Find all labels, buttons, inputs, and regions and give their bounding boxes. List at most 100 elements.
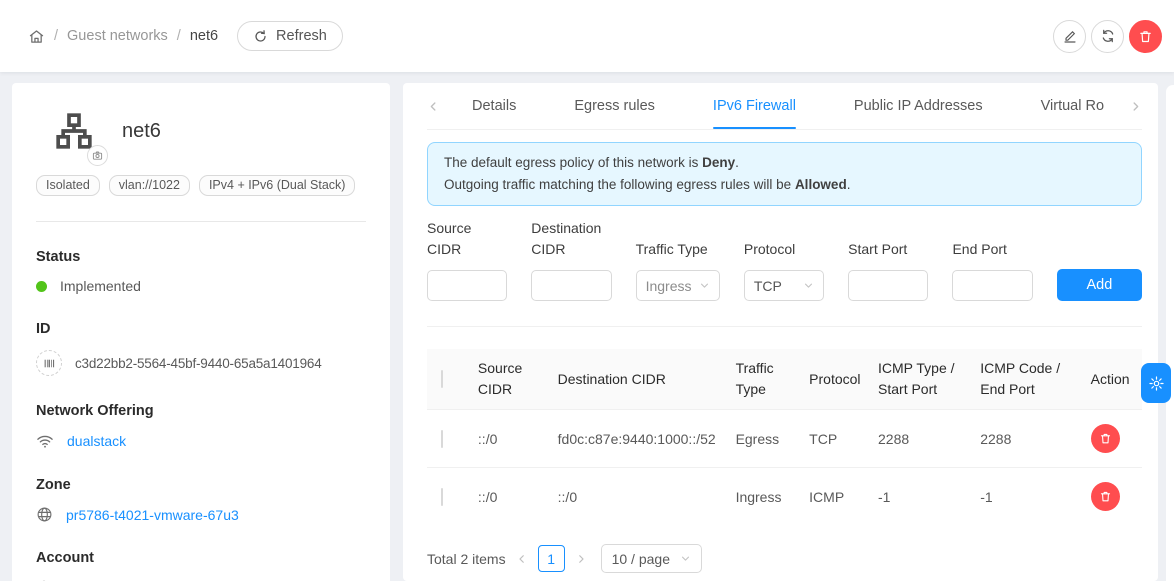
tab-egress-rules[interactable]: Egress rules bbox=[574, 83, 655, 129]
zone-section: Zone pr5786-t4021-vmware-67u3 bbox=[36, 477, 366, 523]
breadcrumb-guest-networks[interactable]: Guest networks bbox=[67, 28, 168, 44]
globe-icon bbox=[36, 506, 53, 523]
cell-protocol: TCP bbox=[801, 410, 870, 468]
cell-source-cidr: ::/0 bbox=[470, 468, 550, 526]
settings-button[interactable] bbox=[1141, 363, 1171, 403]
divider bbox=[427, 326, 1142, 327]
network-offering-section: Network Offering dualstack bbox=[36, 403, 366, 450]
detail-panel: Details Egress rules IPv6 Firewall Publi… bbox=[403, 83, 1158, 581]
refresh-button[interactable]: Refresh bbox=[237, 21, 343, 51]
trash-icon bbox=[1099, 490, 1112, 503]
network-icon bbox=[54, 111, 94, 151]
zone-link[interactable]: pr5786-t4021-vmware-67u3 bbox=[66, 507, 239, 523]
status-value: Implemented bbox=[60, 278, 141, 294]
add-rule-button[interactable]: Add bbox=[1057, 269, 1142, 301]
tab-details[interactable]: Details bbox=[472, 83, 516, 129]
total-items-label: Total 2 items bbox=[427, 551, 506, 567]
tabs-scroll-left-button[interactable] bbox=[427, 83, 440, 129]
tag-ip-stack: IPv4 + IPv6 (Dual Stack) bbox=[199, 175, 356, 196]
col-protocol: Protocol bbox=[801, 349, 870, 410]
tab-ipv6-firewall[interactable]: IPv6 Firewall bbox=[713, 83, 796, 129]
prev-page-button[interactable] bbox=[514, 551, 530, 567]
add-rule-form: Source CIDR Destination CIDR Traffic Typ… bbox=[427, 218, 1142, 301]
resource-info-card: net6 Isolated vlan://1022 IPv4 + IPv6 (D… bbox=[12, 83, 390, 581]
pagination: Total 2 items 1 10 / page bbox=[427, 544, 1142, 573]
wifi-icon bbox=[36, 432, 54, 450]
source-cidr-label: Source CIDR bbox=[427, 218, 507, 260]
page-number-button[interactable]: 1 bbox=[538, 545, 565, 572]
delete-network-button[interactable] bbox=[1129, 20, 1162, 53]
cell-traffic-type: Egress bbox=[728, 410, 802, 468]
trash-icon bbox=[1138, 29, 1153, 44]
tag-vlan: vlan://1022 bbox=[109, 175, 190, 196]
page-size-select[interactable]: 10 / page bbox=[601, 544, 702, 573]
network-offering-label: Network Offering bbox=[36, 403, 366, 419]
chevron-down-icon bbox=[699, 280, 710, 291]
edit-button[interactable] bbox=[1053, 20, 1086, 53]
cell-icmp-type-start-port: -1 bbox=[870, 468, 972, 526]
col-destination-cidr: Destination CIDR bbox=[550, 349, 728, 410]
alert-line-1: The default egress policy of this networ… bbox=[444, 152, 1125, 174]
upload-image-button[interactable] bbox=[87, 145, 108, 166]
account-section: Account admin bbox=[36, 550, 366, 581]
cell-icmp-code-end-port: 2288 bbox=[972, 410, 1082, 468]
restart-button[interactable] bbox=[1091, 20, 1124, 53]
col-traffic-type: Traffic Type bbox=[728, 349, 802, 410]
account-label: Account bbox=[36, 550, 366, 566]
divider bbox=[36, 221, 366, 222]
chevron-down-icon bbox=[680, 553, 691, 564]
top-bar: / Guest networks / net6 Refresh bbox=[0, 0, 1174, 72]
id-label: ID bbox=[36, 321, 366, 337]
source-cidr-input[interactable] bbox=[427, 270, 507, 301]
id-section: ID c3d22bb2-5564-45bf-9440-65a5a1401964 bbox=[36, 321, 366, 376]
start-port-input[interactable] bbox=[848, 270, 928, 301]
delete-rule-button[interactable] bbox=[1091, 424, 1120, 453]
row-checkbox[interactable] bbox=[441, 430, 443, 448]
tag-isolated: Isolated bbox=[36, 175, 100, 196]
table-row: ::/0 ::/0 Ingress ICMP -1 -1 bbox=[427, 468, 1142, 526]
cell-destination-cidr: fd0c:c87e:9440:1000::/52 bbox=[550, 410, 728, 468]
delete-rule-button[interactable] bbox=[1091, 482, 1120, 511]
network-offering-link[interactable]: dualstack bbox=[67, 433, 126, 449]
select-all-checkbox[interactable] bbox=[441, 370, 443, 388]
status-dot-icon bbox=[36, 281, 47, 292]
breadcrumb-separator: / bbox=[177, 28, 181, 44]
row-checkbox[interactable] bbox=[441, 488, 443, 506]
end-port-input[interactable] bbox=[952, 270, 1032, 301]
protocol-label: Protocol bbox=[744, 239, 824, 260]
home-icon[interactable] bbox=[28, 28, 45, 45]
firewall-rules-table: Source CIDR Destination CIDR Traffic Typ… bbox=[427, 349, 1142, 525]
tab-bar: Details Egress rules IPv6 Firewall Publi… bbox=[427, 83, 1142, 130]
network-id-value: c3d22bb2-5564-45bf-9440-65a5a1401964 bbox=[75, 356, 322, 371]
col-icmp-code-end-port: ICMP Code / End Port bbox=[972, 349, 1082, 410]
breadcrumb-current: net6 bbox=[190, 28, 218, 44]
reload-icon bbox=[253, 29, 268, 44]
col-action: Action bbox=[1083, 349, 1142, 410]
table-header-row: Source CIDR Destination CIDR Traffic Typ… bbox=[427, 349, 1142, 410]
destination-cidr-label: Destination CIDR bbox=[531, 218, 611, 260]
sync-icon bbox=[1100, 28, 1116, 44]
pencil-icon bbox=[1062, 28, 1078, 44]
chevron-down-icon bbox=[803, 280, 814, 291]
alert-line-2: Outgoing traffic matching the following … bbox=[444, 174, 1125, 196]
header-actions bbox=[1053, 20, 1162, 53]
protocol-select[interactable]: TCP bbox=[744, 270, 824, 301]
table-row: ::/0 fd0c:c87e:9440:1000::/52 Egress TCP… bbox=[427, 410, 1142, 468]
status-section: Status Implemented bbox=[36, 249, 366, 294]
next-page-button[interactable] bbox=[573, 551, 589, 567]
cell-traffic-type: Ingress bbox=[728, 468, 802, 526]
gear-icon bbox=[1148, 375, 1165, 392]
cell-destination-cidr: ::/0 bbox=[550, 468, 728, 526]
end-port-label: End Port bbox=[952, 239, 1032, 260]
traffic-type-select[interactable]: Ingress bbox=[636, 270, 720, 301]
tabs-scroll-right-button[interactable] bbox=[1127, 83, 1142, 129]
barcode-icon bbox=[36, 350, 62, 376]
start-port-label: Start Port bbox=[848, 239, 928, 260]
tab-virtual-routers[interactable]: Virtual Ro bbox=[1041, 83, 1104, 129]
tab-public-ip-addresses[interactable]: Public IP Addresses bbox=[854, 83, 983, 129]
cell-protocol: ICMP bbox=[801, 468, 870, 526]
cell-icmp-code-end-port: -1 bbox=[972, 468, 1082, 526]
cell-source-cidr: ::/0 bbox=[470, 410, 550, 468]
destination-cidr-input[interactable] bbox=[531, 270, 611, 301]
network-tags: Isolated vlan://1022 IPv4 + IPv6 (Dual S… bbox=[36, 175, 366, 196]
